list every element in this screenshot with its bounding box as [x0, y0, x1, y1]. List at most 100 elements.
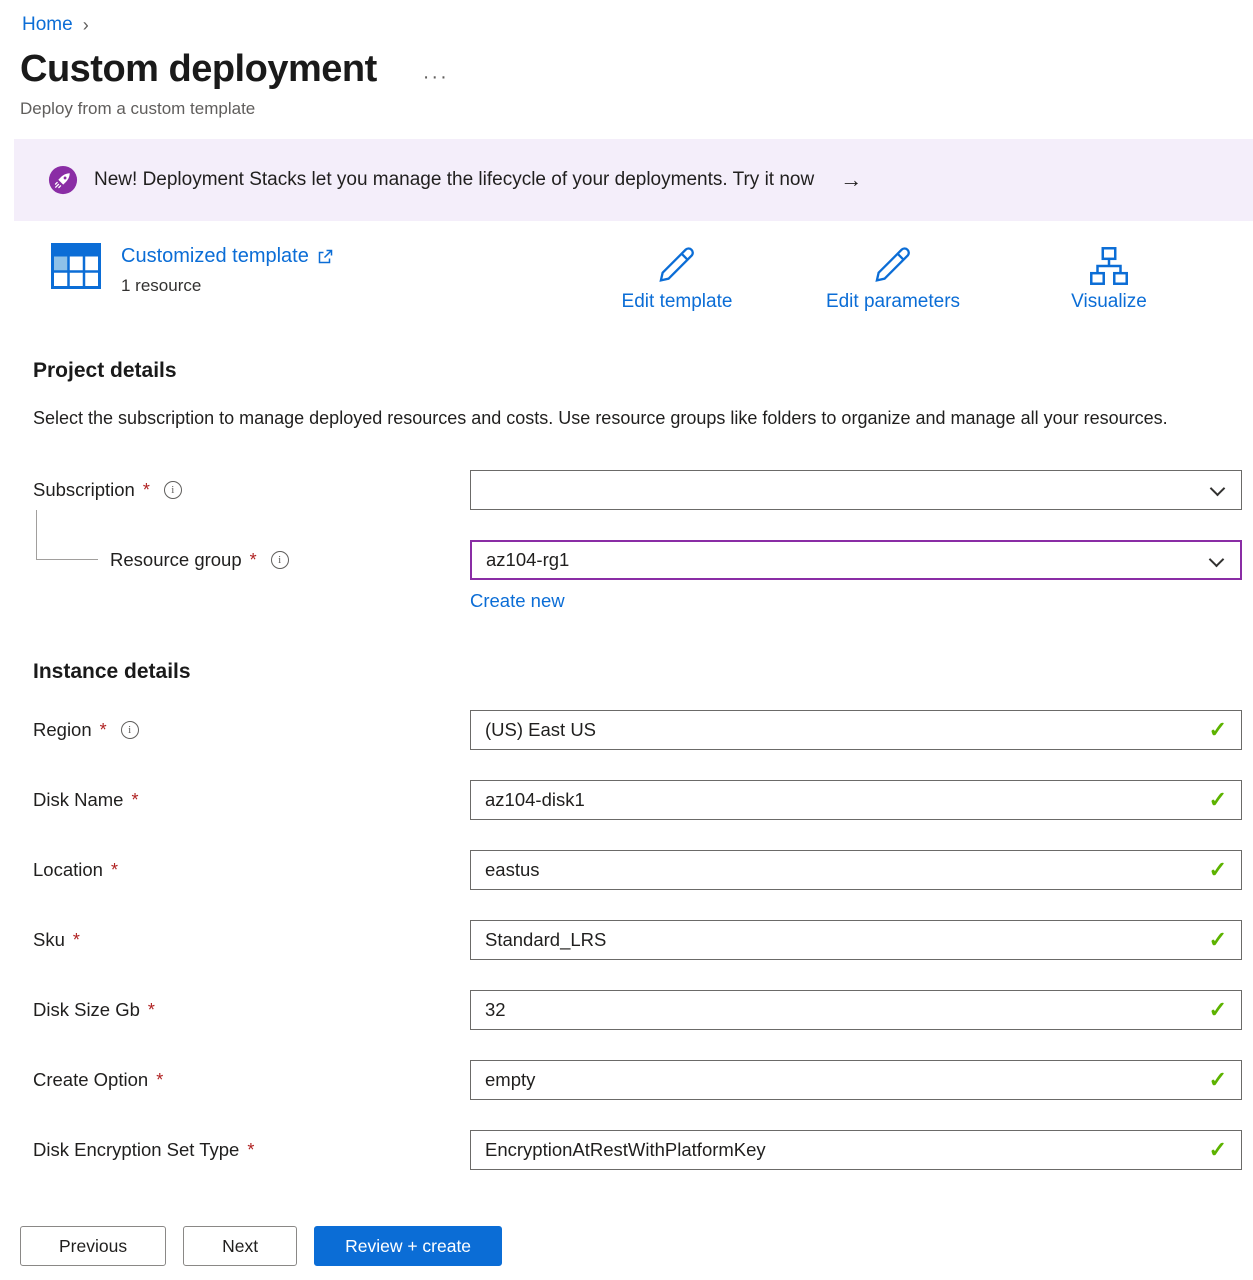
disk-encryption-set-type-input[interactable]: EncryptionAtRestWithPlatformKey ✓: [470, 1130, 1242, 1170]
location-value: eastus: [485, 859, 540, 881]
visualize-label: Visualize: [1071, 291, 1147, 313]
breadcrumb: Home ›: [0, 0, 1253, 36]
create-option-label-text: Create Option: [33, 1069, 148, 1091]
valid-check-icon: ✓: [1209, 1067, 1227, 1093]
create-option-value: empty: [485, 1069, 535, 1091]
chevron-down-icon: [1210, 481, 1226, 497]
region-row: Region * (US) East US ✓: [33, 710, 1242, 750]
disk-size-input[interactable]: 32 ✓: [470, 990, 1242, 1030]
resource-group-dropdown[interactable]: az104-rg1: [470, 540, 1242, 580]
region-label: Region *: [33, 719, 470, 741]
template-section: Customized template 1 resource: [0, 243, 1253, 313]
more-options-button[interactable]: ···: [423, 53, 449, 87]
edit-template-label: Edit template: [622, 291, 733, 313]
region-label-text: Region: [33, 719, 92, 741]
required-asterisk: *: [248, 550, 257, 571]
rocket-icon: [48, 165, 78, 195]
disk-name-value: az104-disk1: [485, 789, 585, 811]
disk-name-input[interactable]: az104-disk1 ✓: [470, 780, 1242, 820]
instance-details-heading: Instance details: [0, 660, 1253, 684]
required-asterisk: *: [109, 860, 118, 881]
template-link-label: Customized template: [121, 245, 309, 268]
required-asterisk: *: [129, 790, 138, 811]
edit-parameters-label: Edit parameters: [826, 291, 960, 313]
template-icon: [51, 243, 101, 289]
info-icon[interactable]: [271, 551, 289, 569]
location-input[interactable]: eastus ✓: [470, 850, 1242, 890]
valid-check-icon: ✓: [1209, 787, 1227, 813]
create-new-row: Create new: [33, 590, 1242, 612]
valid-check-icon: ✓: [1209, 717, 1227, 743]
template-actions: Edit template Edit parameters: [569, 243, 1217, 313]
resource-group-label: Resource group *: [33, 549, 470, 571]
disk-size-value: 32: [485, 999, 506, 1021]
hierarchy-icon: [1086, 243, 1132, 289]
resource-group-value: az104-rg1: [486, 549, 569, 571]
disk-size-label: Disk Size Gb *: [33, 999, 470, 1021]
project-details-form: Subscription* Resource group* az104-rg1 …: [0, 470, 1253, 612]
previous-button[interactable]: Previous: [20, 1226, 166, 1266]
location-label-text: Location: [33, 859, 103, 881]
template-info: Customized template 1 resource: [51, 243, 333, 296]
create-option-input[interactable]: empty ✓: [470, 1060, 1242, 1100]
wizard-footer: Previous Next Review + create: [0, 1212, 1253, 1280]
disk-size-row: Disk Size Gb * 32 ✓: [33, 990, 1242, 1030]
deployment-stacks-banner[interactable]: New! Deployment Stacks let you manage th…: [14, 139, 1253, 221]
visualize-button[interactable]: Visualize: [1001, 243, 1217, 313]
disk-size-label-text: Disk Size Gb: [33, 999, 140, 1021]
pencil-icon: [654, 243, 700, 289]
breadcrumb-separator-icon: ›: [83, 15, 89, 36]
create-new-link[interactable]: Create new: [470, 590, 565, 611]
disk-encryption-set-type-label-text: Disk Encryption Set Type: [33, 1139, 239, 1161]
sku-row: Sku* Standard_LRS ✓: [33, 920, 1242, 960]
customized-template-link[interactable]: Customized template: [121, 245, 333, 268]
valid-check-icon: ✓: [1209, 997, 1227, 1023]
project-details-description: Select the subscription to manage deploy…: [0, 403, 1190, 434]
disk-encryption-set-type-value: EncryptionAtRestWithPlatformKey: [485, 1139, 766, 1161]
info-icon[interactable]: [164, 481, 182, 499]
disk-name-label-text: Disk Name: [33, 789, 123, 811]
required-asterisk: *: [98, 720, 107, 741]
chevron-down-icon: [1209, 552, 1225, 568]
breadcrumb-home-link[interactable]: Home: [22, 14, 73, 36]
custom-deployment-page: Home › Custom deployment ··· Deploy from…: [0, 0, 1253, 1280]
info-icon[interactable]: [121, 721, 139, 739]
pencil-icon: [870, 243, 916, 289]
project-details-heading: Project details: [0, 359, 1253, 383]
valid-check-icon: ✓: [1209, 857, 1227, 883]
required-asterisk: *: [245, 1140, 254, 1161]
arrow-right-icon[interactable]: →: [840, 167, 862, 193]
page-title: Custom deployment: [20, 48, 377, 91]
valid-check-icon: ✓: [1209, 1137, 1227, 1163]
subscription-label-text: Subscription: [33, 479, 135, 501]
sku-input[interactable]: Standard_LRS ✓: [470, 920, 1242, 960]
next-button[interactable]: Next: [183, 1226, 297, 1266]
subscription-label: Subscription *: [33, 479, 470, 501]
subscription-dropdown[interactable]: [470, 470, 1242, 510]
resource-group-label-text: Resource group: [110, 549, 242, 571]
disk-name-row: Disk Name * az104-disk1 ✓: [33, 780, 1242, 820]
page-subtitle: Deploy from a custom template: [0, 99, 1253, 119]
valid-check-icon: ✓: [1209, 927, 1227, 953]
sku-label: Sku*: [33, 929, 470, 951]
required-asterisk: *: [141, 480, 150, 501]
instance-details-form: Region * (US) East US ✓ Disk Name * az104-…: [0, 710, 1253, 1170]
required-asterisk: *: [146, 1000, 155, 1021]
edit-template-button[interactable]: Edit template: [569, 243, 785, 313]
subscription-row: Subscription *: [33, 470, 1242, 510]
disk-encryption-set-type-label: Disk Encryption Set Type *: [33, 1139, 470, 1161]
location-row: Location * eastus ✓: [33, 850, 1242, 890]
child-field-connector: [36, 510, 98, 560]
region-value: (US) East US: [485, 719, 596, 741]
page-header: Custom deployment ···: [0, 48, 1253, 91]
required-asterisk: *: [71, 930, 80, 951]
edit-parameters-button[interactable]: Edit parameters: [785, 243, 1001, 313]
region-input[interactable]: (US) East US ✓: [470, 710, 1242, 750]
banner-text: New! Deployment Stacks let you manage th…: [94, 169, 814, 191]
create-option-row: Create Option * empty ✓: [33, 1060, 1242, 1100]
review-create-button[interactable]: Review + create: [314, 1226, 502, 1266]
location-label: Location *: [33, 859, 470, 881]
create-option-label: Create Option *: [33, 1069, 470, 1091]
required-asterisk: *: [154, 1070, 163, 1091]
disk-name-label: Disk Name *: [33, 789, 470, 811]
